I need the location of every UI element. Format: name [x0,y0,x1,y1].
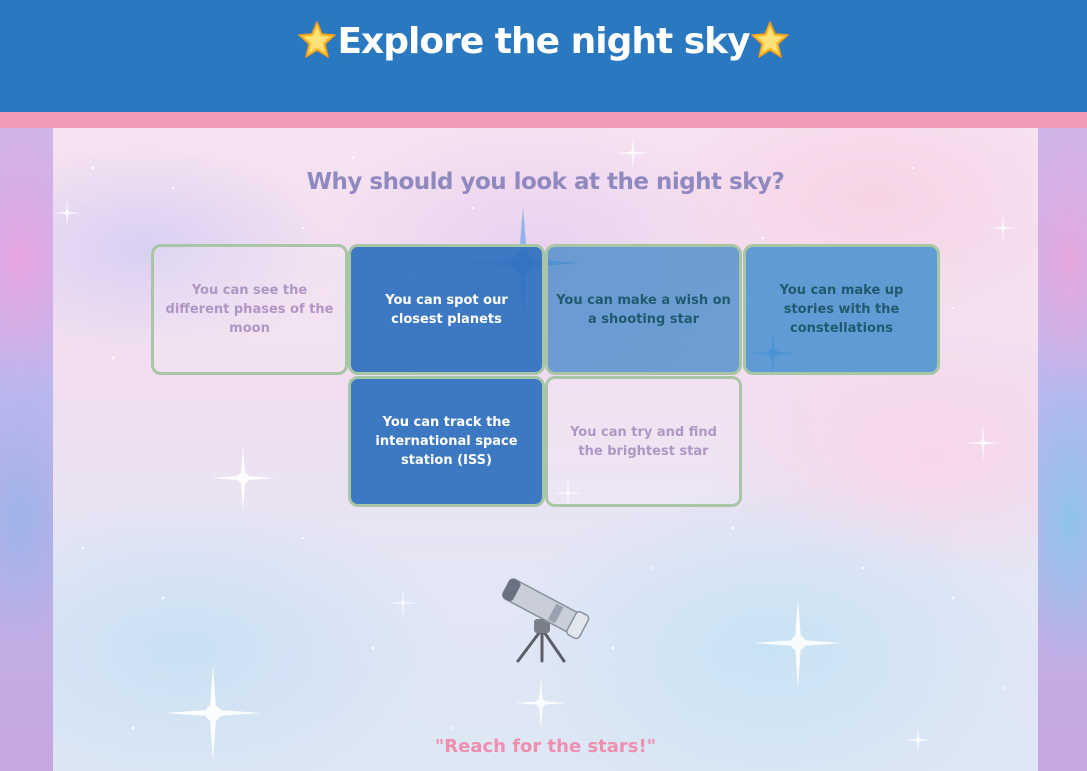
telescope-icon [502,578,590,663]
content-panel: Why should you look at the night sky? Yo… [53,128,1038,771]
fact-card-constellations[interactable]: You can make up stories with the constel… [743,244,940,375]
page-header: Explore the night sky [0,0,1087,112]
fact-card-planets[interactable]: You can spot our closest planets [348,244,545,375]
fact-card-iss[interactable]: You can track the international space st… [348,376,545,507]
star-icon [298,21,337,58]
header-divider [0,112,1087,128]
fact-card-brightest-star[interactable]: You can try and find the brightest star [545,376,742,507]
quote-text: "Reach for the stars!" [434,736,657,757]
page-title-text: Explore the night sky [337,21,750,62]
page-title: Explore the night sky [0,14,1087,70]
fact-card-shooting-star[interactable]: You can make a wish on a shooting star [545,244,742,375]
section-heading: Why should you look at the night sky? [306,169,785,195]
fact-card-moon-phases[interactable]: You can see the different phases of the … [151,244,348,375]
star-icon [750,21,789,58]
